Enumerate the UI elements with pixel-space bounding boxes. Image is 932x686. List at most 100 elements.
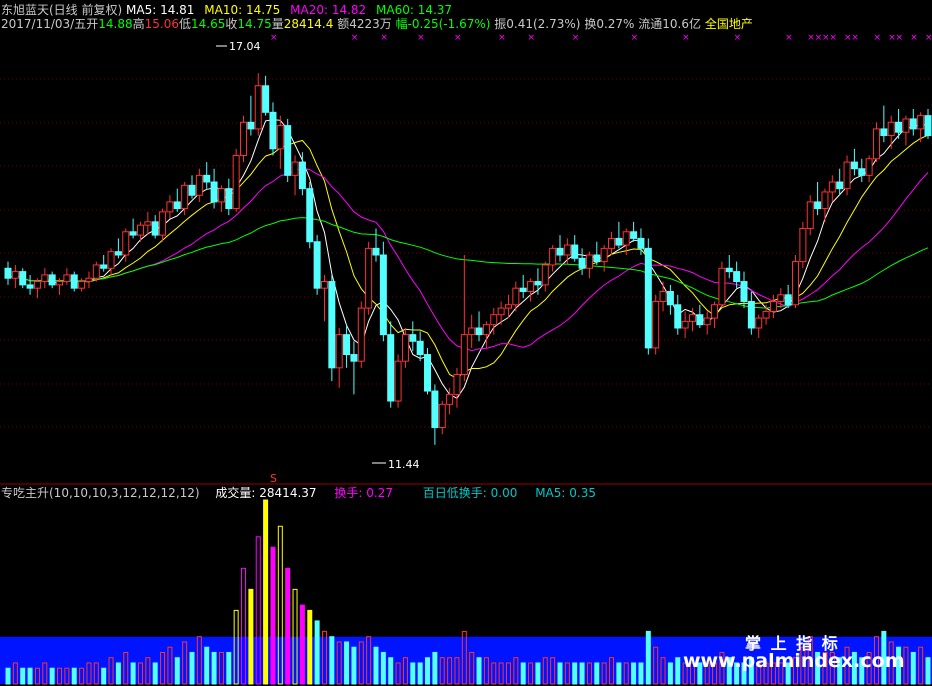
candle-body <box>343 334 351 356</box>
turnover-value: 换0.27% <box>584 17 635 31</box>
indicator-volume: 成交量: 28414.37 <box>215 486 317 500</box>
volume-bar <box>130 662 136 685</box>
candle-body <box>674 304 682 329</box>
sector-value[interactable]: 全国地产 <box>705 17 753 31</box>
candle-body <box>836 181 844 190</box>
volume-bar <box>211 651 217 685</box>
candle-body <box>313 241 321 289</box>
candle-body <box>895 121 903 133</box>
candle-body <box>887 121 895 137</box>
candle-body <box>711 304 719 319</box>
candle-body <box>26 284 34 289</box>
candle-body <box>438 403 446 429</box>
volume-bar <box>248 588 254 685</box>
volume-bar <box>351 646 357 685</box>
volume-bar <box>5 667 11 685</box>
stock-chart-canvas: × × × × × × × × × × × × × × × × × × × × × × × 17.04 11.44 S <box>0 33 932 685</box>
candle-body <box>70 274 78 289</box>
high-value: 15.06 <box>144 17 179 31</box>
candle-body <box>424 354 432 392</box>
candle-body <box>166 201 174 213</box>
volume-bar <box>594 662 600 685</box>
candle-body <box>615 237 623 246</box>
candle-body <box>512 287 520 306</box>
candle-body <box>652 300 660 349</box>
candle-body <box>755 317 763 329</box>
volume-bar <box>71 667 77 685</box>
candle-body <box>394 360 402 402</box>
signal-x-mark: × <box>682 33 690 43</box>
candle-body <box>144 221 152 226</box>
candle-body <box>195 174 203 196</box>
volume-bar <box>616 662 622 685</box>
candle-body <box>468 327 476 336</box>
candle-body <box>416 340 424 356</box>
close-label: 收 <box>225 17 238 31</box>
volume-bar <box>667 662 673 685</box>
volume-bar <box>373 646 379 685</box>
candle-body <box>593 254 601 263</box>
candle-body <box>173 201 181 210</box>
volume-bar <box>263 499 269 685</box>
open-value: 14.88 <box>98 17 133 31</box>
volume-bar <box>520 662 526 685</box>
candle-body <box>129 231 137 236</box>
signal-x-mark: × <box>528 33 536 43</box>
candle-body <box>453 373 461 395</box>
signal-x-mark: × <box>417 33 425 43</box>
volume-bar <box>299 604 305 685</box>
candle-body <box>858 168 866 176</box>
candle-body <box>541 264 549 286</box>
candle-body <box>320 281 328 289</box>
candle-body <box>276 125 284 150</box>
candle-body <box>482 324 490 336</box>
candle-body <box>151 221 159 236</box>
volume-label: 量 <box>271 17 284 31</box>
signal-x-mark: × <box>454 33 462 43</box>
volume-bar <box>417 662 423 685</box>
volume-bar <box>101 667 107 685</box>
volume-bar <box>638 662 644 685</box>
float-value: 流通10.6亿 <box>638 17 701 31</box>
stock-name: 东旭蓝天(日线 前复权) <box>1 3 123 17</box>
volume-bar <box>189 651 195 685</box>
candle-body <box>747 300 755 329</box>
volume-bar <box>49 667 55 685</box>
candle-body <box>821 191 829 210</box>
candle-body <box>880 128 888 137</box>
candle-body <box>799 227 807 263</box>
candle-body <box>622 231 630 246</box>
indicator-header: 专吃主升(10,10,10,3,12,12,12,12) 成交量: 28414.… <box>1 486 596 500</box>
candle-body <box>865 158 873 176</box>
signal-x-mark: × <box>631 33 639 43</box>
candle-body <box>490 314 498 326</box>
candle-body <box>527 281 535 292</box>
candle-body <box>100 264 108 269</box>
signal-x-mark: × <box>380 33 388 43</box>
signal-x-mark: × <box>910 33 918 43</box>
signal-x-mark: × <box>851 33 859 43</box>
candle-body <box>777 294 785 302</box>
volume-bar <box>344 641 350 685</box>
candle-body <box>114 251 122 256</box>
signal-x-mark: × <box>270 33 278 43</box>
volume-bar <box>572 662 578 685</box>
volume-bar <box>152 662 158 685</box>
indicator-name[interactable]: 专吃主升(10,10,10,3,12,12,12,12) <box>1 486 200 500</box>
volume-bar <box>204 646 210 685</box>
candle-body <box>703 317 711 326</box>
volume-bar <box>925 657 931 685</box>
ma20-line <box>7 167 929 352</box>
candle-body <box>696 314 704 326</box>
signal-marks: × × × × × × × × × × × × × × × × × × × × × × × <box>270 33 932 43</box>
candle-body <box>48 274 56 286</box>
candle-body <box>136 224 144 236</box>
candle-body <box>792 261 800 306</box>
candle-body <box>357 307 365 362</box>
candle-body <box>534 281 542 286</box>
candle-body <box>909 118 917 130</box>
volume-bar <box>380 651 386 685</box>
volume-bar <box>115 662 121 685</box>
candle-body <box>85 277 93 283</box>
candle-body <box>924 115 932 137</box>
